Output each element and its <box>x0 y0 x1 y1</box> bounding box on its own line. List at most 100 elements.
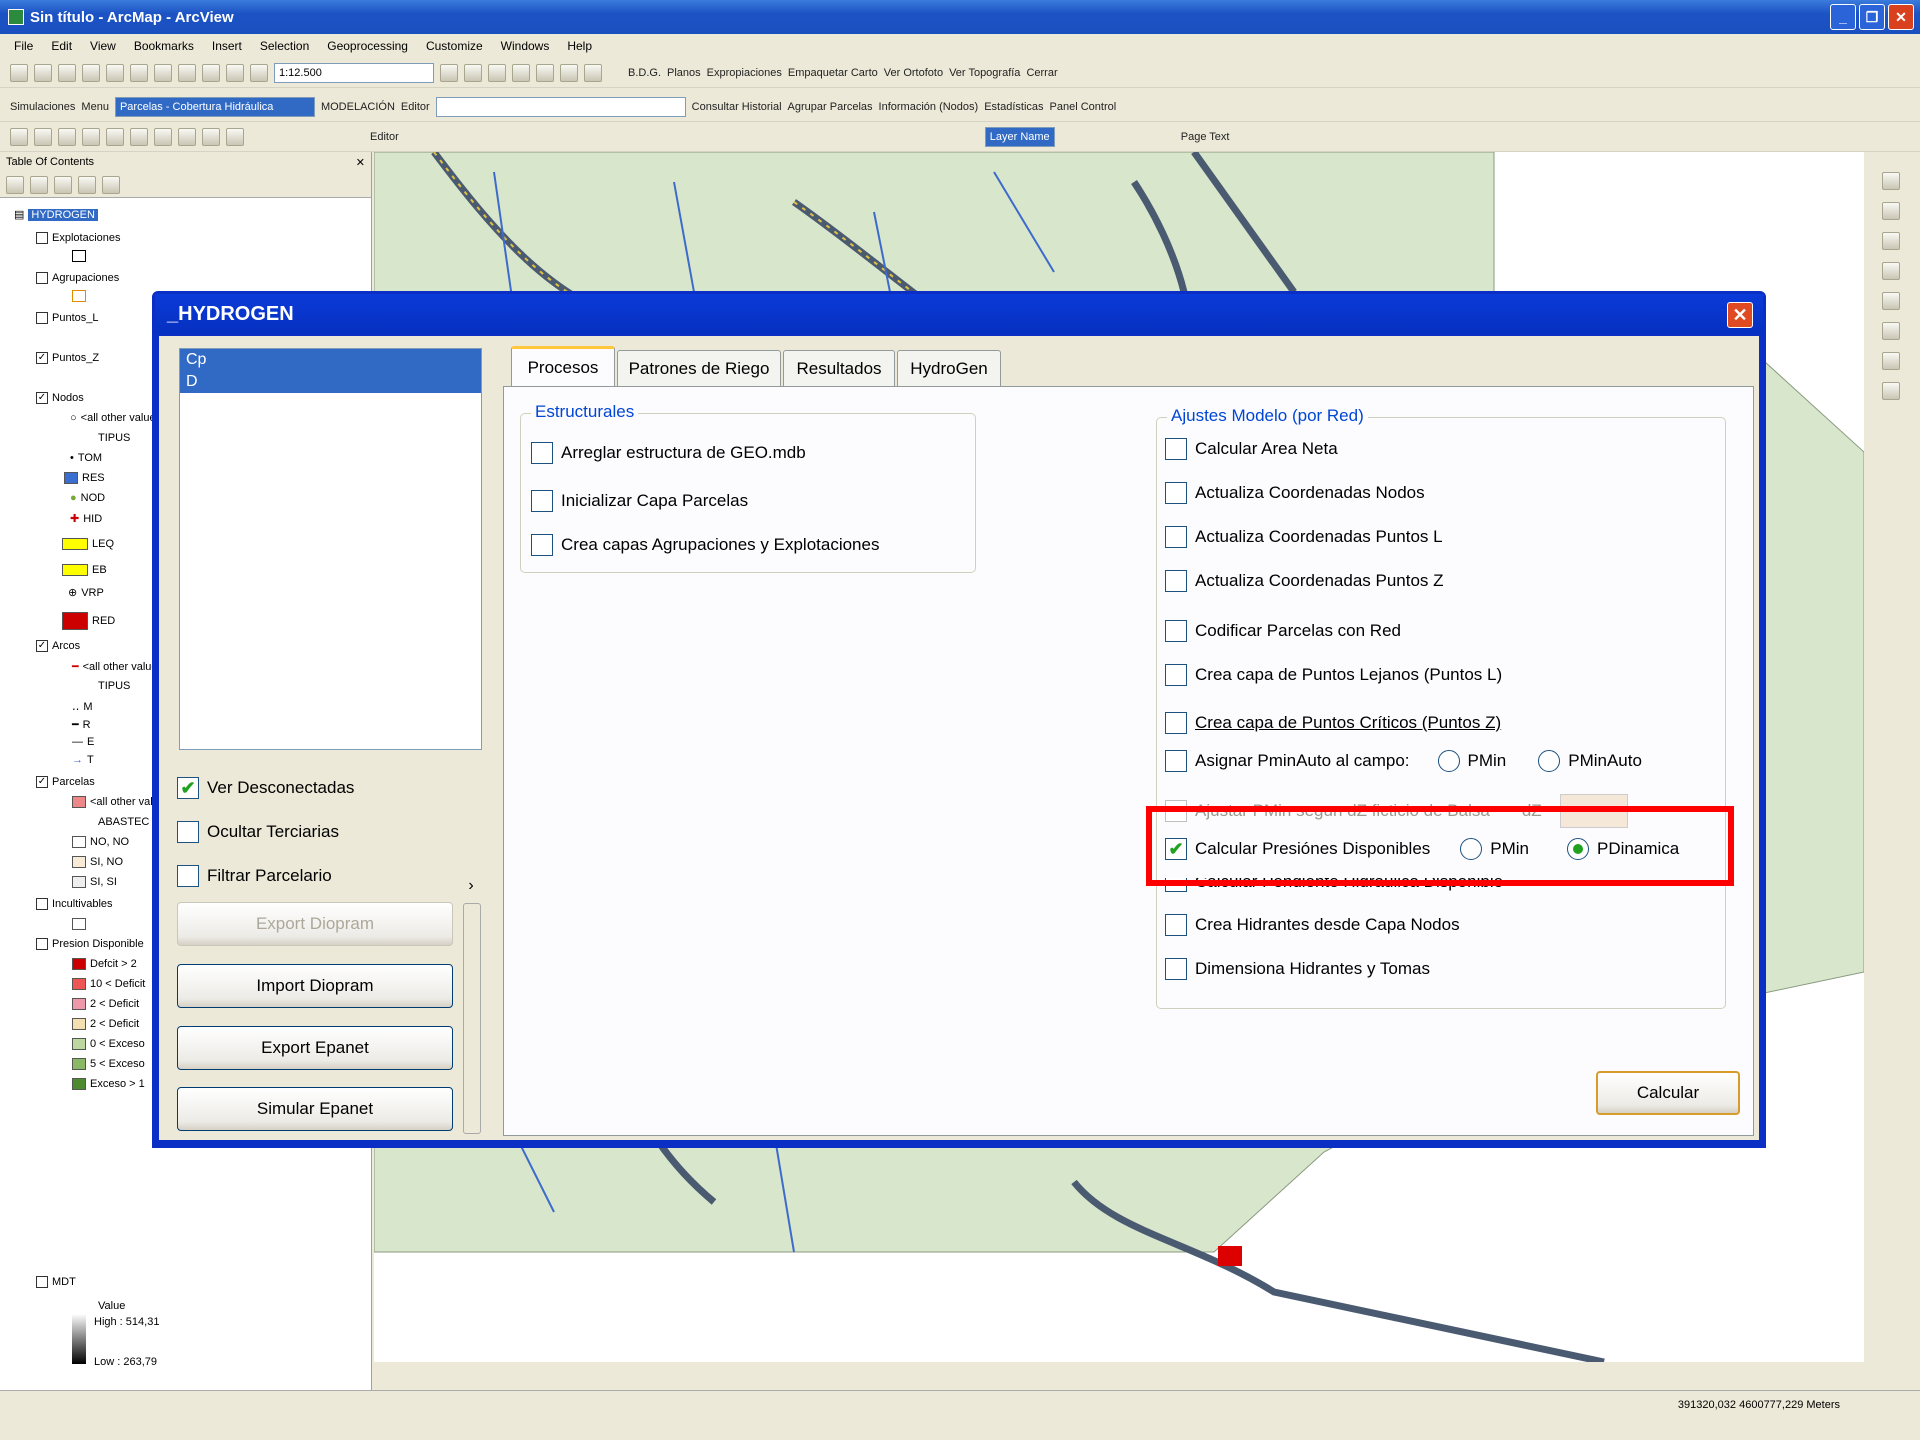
color2-icon[interactable] <box>202 127 220 146</box>
close-button[interactable]: ✕ <box>1888 4 1914 30</box>
menu-help[interactable]: Help <box>567 39 592 53</box>
export-diopram-button[interactable]: Export Diopram <box>177 902 453 946</box>
simulaciones-menu[interactable]: Simulaciones <box>10 101 75 113</box>
text-icon[interactable] <box>106 127 124 146</box>
dimensiona-hidrantes-option[interactable]: Dimensiona Hidrantes y Tomas <box>1165 958 1430 980</box>
chevron-right-icon[interactable]: › <box>464 686 478 1086</box>
checkbox[interactable] <box>531 442 553 464</box>
puntos-criticos-option[interactable]: Crea capa de Puntos Críticos (Puntos Z) <box>1165 712 1501 734</box>
list-drawing-order-icon[interactable] <box>6 175 24 194</box>
toc-check[interactable] <box>36 938 48 950</box>
checkbox[interactable] <box>531 490 553 512</box>
checkbox[interactable] <box>1165 914 1187 936</box>
menu-selection[interactable]: Selection <box>260 39 309 53</box>
empaquetar-button[interactable]: Empaquetar Carto <box>788 67 878 79</box>
toc-close-icon[interactable]: ✕ <box>356 156 365 169</box>
toc-check[interactable] <box>36 312 48 324</box>
tab-hydrogen[interactable]: HydroGen <box>897 350 1001 386</box>
full-extent-icon[interactable] <box>1882 262 1900 280</box>
find-icon[interactable] <box>1882 382 1900 400</box>
ortofoto-button[interactable]: Ver Ortofoto <box>884 67 943 79</box>
help-icon[interactable] <box>584 63 602 82</box>
checkbox[interactable] <box>1165 712 1187 734</box>
toc-layer[interactable]: Nodos <box>52 392 84 404</box>
text2-icon[interactable] <box>130 127 148 146</box>
toc-check[interactable] <box>36 232 48 244</box>
toc-layer[interactable]: Agrupaciones <box>52 272 119 284</box>
crea-hidrantes-option[interactable]: Crea Hidrantes desde Capa Nodos <box>1165 914 1460 936</box>
list-item[interactable]: Cp <box>180 349 481 371</box>
measure-icon[interactable] <box>1882 352 1900 370</box>
search-icon[interactable] <box>512 63 530 82</box>
filtrar-parcelario-option[interactable]: Filtrar Parcelario <box>177 865 332 887</box>
checkbox[interactable] <box>177 821 199 843</box>
toc-check[interactable]: ✓ <box>36 352 48 364</box>
toc-layer[interactable]: Parcelas <box>52 776 95 788</box>
checkbox[interactable] <box>1165 750 1187 772</box>
copy-icon[interactable] <box>130 63 148 82</box>
menu-geoprocessing[interactable]: Geoprocessing <box>327 39 408 53</box>
new-icon[interactable] <box>10 63 28 82</box>
asignar-pminauto-option[interactable]: Asignar PminAuto al campo: PMin PMinAuto <box>1165 750 1642 772</box>
export-epanet-button[interactable]: Export Epanet <box>177 1026 453 1070</box>
cerrar-button[interactable]: Cerrar <box>1026 67 1057 79</box>
checkbox[interactable] <box>1165 438 1187 460</box>
pan-icon[interactable] <box>1882 232 1900 250</box>
radio-pminauto[interactable] <box>1538 750 1561 772</box>
toolbox-icon[interactable] <box>536 63 554 82</box>
editor-toolbar-icon[interactable] <box>440 63 458 82</box>
calcular-button[interactable]: Calcular <box>1596 1071 1740 1115</box>
toc-layer[interactable]: Presion Disponible <box>52 938 144 950</box>
list-visibility-icon[interactable] <box>54 175 72 194</box>
toc-layer[interactable]: Incultivables <box>52 898 113 910</box>
editor3-menu[interactable]: Editor <box>370 131 399 143</box>
network-listbox[interactable]: Cp D <box>179 348 482 750</box>
list-source-icon[interactable] <box>30 175 48 194</box>
toc-layer[interactable]: Explotaciones <box>52 232 121 244</box>
layer-combo[interactable]: Parcelas - Cobertura Hidráulica <box>114 96 315 117</box>
redo-icon[interactable] <box>226 63 244 82</box>
tab-resultados[interactable]: Resultados <box>783 350 895 386</box>
coord-puntos-l-option[interactable]: Actualiza Coordenadas Puntos L <box>1165 526 1443 548</box>
arrow-icon[interactable] <box>34 127 52 146</box>
menu-menu[interactable]: Menu <box>81 101 109 113</box>
ver-desconectadas-option[interactable]: ✔ Ver Desconectadas <box>177 777 354 799</box>
delete-icon[interactable] <box>178 63 196 82</box>
menu-view[interactable]: View <box>90 39 116 53</box>
crea-agrupaciones-option[interactable]: Crea capas Agrupaciones y Explotaciones <box>531 534 879 556</box>
add-data-icon[interactable] <box>250 63 268 82</box>
open-icon[interactable] <box>34 63 52 82</box>
list-selection-icon[interactable] <box>78 175 96 194</box>
toc-icon[interactable] <box>464 63 482 82</box>
checkbox[interactable] <box>1165 526 1187 548</box>
toc-layer[interactable]: Puntos_L <box>52 312 98 324</box>
checkbox[interactable] <box>1165 664 1187 686</box>
modelacion-menu[interactable]: MODELACIÓN <box>321 101 395 113</box>
panel-control-link[interactable]: Panel Control <box>1050 101 1117 113</box>
menu-customize[interactable]: Customize <box>426 39 483 53</box>
codificar-parcelas-option[interactable]: Codificar Parcelas con Red <box>1165 620 1401 642</box>
checkbox[interactable] <box>1165 958 1187 980</box>
expropiaciones-button[interactable]: Expropiaciones <box>707 67 782 79</box>
planos-button[interactable]: Planos <box>667 67 701 79</box>
toc-layer[interactable]: MDT <box>52 1276 76 1288</box>
options-icon[interactable] <box>102 175 120 194</box>
menu-file[interactable]: File <box>14 39 33 53</box>
paste-icon[interactable] <box>154 63 172 82</box>
undo-icon[interactable] <box>202 63 220 82</box>
menu-windows[interactable]: Windows <box>501 39 550 53</box>
arreglar-estructura-option[interactable]: Arreglar estructura de GEO.mdb <box>531 442 806 464</box>
line-icon[interactable] <box>58 127 76 146</box>
checkbox[interactable] <box>531 534 553 556</box>
editor-menu[interactable]: Editor <box>401 101 430 113</box>
print-icon[interactable] <box>82 63 100 82</box>
page-text-menu[interactable]: Page Text <box>1181 131 1230 143</box>
inicializar-parcelas-option[interactable]: Inicializar Capa Parcelas <box>531 490 748 512</box>
toc-check[interactable]: ✓ <box>36 640 48 652</box>
agrupar-link[interactable]: Agrupar Parcelas <box>788 101 873 113</box>
star-icon[interactable] <box>82 127 100 146</box>
tab-procesos[interactable]: Procesos <box>511 346 615 386</box>
checkbox[interactable] <box>1165 482 1187 504</box>
toc-layer[interactable]: Puntos_Z <box>52 352 99 364</box>
draw-icon[interactable] <box>10 127 28 146</box>
